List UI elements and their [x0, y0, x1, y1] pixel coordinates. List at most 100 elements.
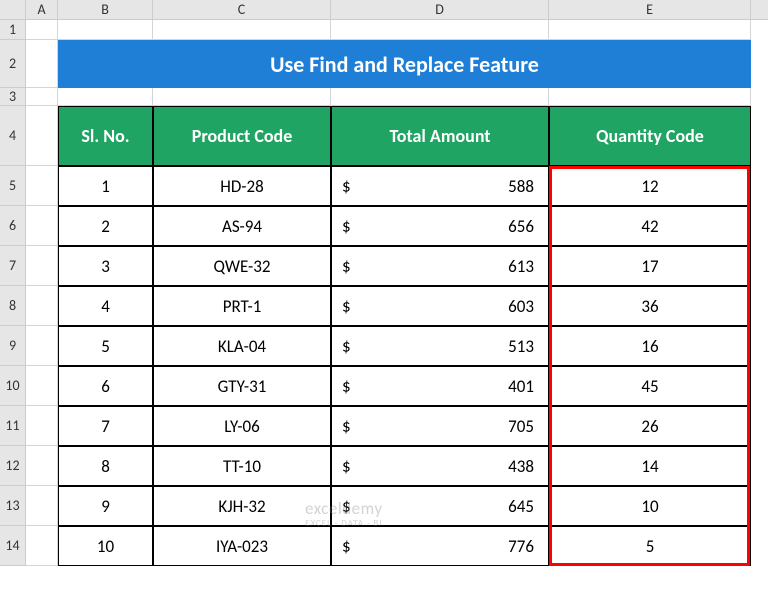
cell-B1[interactable]	[58, 20, 153, 40]
cell-product-code[interactable]: HD-28	[153, 166, 331, 206]
cell-A4[interactable]	[26, 106, 58, 166]
select-all-corner[interactable]	[0, 0, 26, 19]
cell-A1[interactable]	[26, 20, 58, 40]
row-header-8[interactable]: 8	[0, 286, 26, 326]
row-2: 2 Use Find and Replace Feature	[0, 40, 768, 88]
cell-product-code[interactable]: AS-94	[153, 206, 331, 246]
cell-B3[interactable]	[58, 88, 153, 106]
col-header-E[interactable]: E	[549, 0, 751, 19]
row-header-2[interactable]: 2	[0, 40, 26, 88]
cell-quantity-code[interactable]: 16	[549, 326, 751, 366]
row-header-5[interactable]: 5	[0, 166, 26, 206]
col-header-C[interactable]: C	[153, 0, 331, 19]
amount-value: 645	[508, 496, 534, 517]
row-header-1[interactable]: 1	[0, 20, 26, 40]
row-header-12[interactable]: 12	[0, 446, 26, 486]
cell-product-code[interactable]: KLA-04	[153, 326, 331, 366]
cell-A3[interactable]	[26, 88, 58, 106]
cell-A13[interactable]	[26, 486, 58, 526]
row-header-14[interactable]: 14	[0, 526, 26, 566]
cell-product-code[interactable]: KJH-32	[153, 486, 331, 526]
col-header-B[interactable]: B	[58, 0, 153, 19]
amount-value: 705	[508, 416, 534, 437]
cell-quantity-code[interactable]: 26	[549, 406, 751, 446]
cell-quantity-code[interactable]: 17	[549, 246, 751, 286]
cell-quantity-code[interactable]: 36	[549, 286, 751, 326]
cell-E1[interactable]	[549, 20, 751, 40]
cell-A2[interactable]	[26, 40, 58, 88]
cell-C3[interactable]	[153, 88, 331, 106]
currency-symbol: $	[342, 256, 351, 277]
cell-sl-no[interactable]: 7	[58, 406, 153, 446]
header-sl-no[interactable]: Sl. No.	[58, 106, 153, 166]
amount-value: 603	[508, 296, 534, 317]
header-total-amount[interactable]: Total Amount	[331, 106, 549, 166]
cell-total-amount[interactable]: $645	[331, 486, 549, 526]
cell-A11[interactable]	[26, 406, 58, 446]
cell-D1[interactable]	[331, 20, 549, 40]
row-header-9[interactable]: 9	[0, 326, 26, 366]
cell-C1[interactable]	[153, 20, 331, 40]
title-bar[interactable]: Use Find and Replace Feature	[58, 40, 751, 88]
row-header-4[interactable]: 4	[0, 106, 26, 166]
header-product-code[interactable]: Product Code	[153, 106, 331, 166]
cell-sl-no[interactable]: 1	[58, 166, 153, 206]
cell-A7[interactable]	[26, 246, 58, 286]
cell-sl-no[interactable]: 6	[58, 366, 153, 406]
row-header-3[interactable]: 3	[0, 88, 26, 106]
cell-total-amount[interactable]: $513	[331, 326, 549, 366]
currency-symbol: $	[342, 496, 351, 517]
currency-symbol: $	[342, 456, 351, 477]
cell-sl-no[interactable]: 10	[58, 526, 153, 566]
amount-value: 513	[508, 336, 534, 357]
cell-product-code[interactable]: IYA-023	[153, 526, 331, 566]
cell-total-amount[interactable]: $401	[331, 366, 549, 406]
row-header-7[interactable]: 7	[0, 246, 26, 286]
cell-total-amount[interactable]: $438	[331, 446, 549, 486]
amount-value: 588	[508, 176, 534, 197]
cell-quantity-code[interactable]: 12	[549, 166, 751, 206]
cell-A12[interactable]	[26, 446, 58, 486]
table-row: 11 7LY-06$70526	[0, 406, 768, 446]
cell-A10[interactable]	[26, 366, 58, 406]
cell-quantity-code[interactable]: 14	[549, 446, 751, 486]
amount-value: 401	[508, 376, 534, 397]
cell-A5[interactable]	[26, 166, 58, 206]
cell-sl-no[interactable]: 5	[58, 326, 153, 366]
cell-quantity-code[interactable]: 5	[549, 526, 751, 566]
cell-sl-no[interactable]: 9	[58, 486, 153, 526]
cell-E3[interactable]	[549, 88, 751, 106]
cell-A8[interactable]	[26, 286, 58, 326]
cell-total-amount[interactable]: $603	[331, 286, 549, 326]
cell-sl-no[interactable]: 4	[58, 286, 153, 326]
row-header-10[interactable]: 10	[0, 366, 26, 406]
cell-product-code[interactable]: LY-06	[153, 406, 331, 446]
col-header-A[interactable]: A	[26, 0, 58, 19]
cell-quantity-code[interactable]: 42	[549, 206, 751, 246]
cell-product-code[interactable]: TT-10	[153, 446, 331, 486]
cell-quantity-code[interactable]: 10	[549, 486, 751, 526]
cell-A6[interactable]	[26, 206, 58, 246]
col-header-D[interactable]: D	[331, 0, 549, 19]
cell-D3[interactable]	[331, 88, 549, 106]
cell-A14[interactable]	[26, 526, 58, 566]
cell-total-amount[interactable]: $776	[331, 526, 549, 566]
cell-quantity-code[interactable]: 45	[549, 366, 751, 406]
row-header-6[interactable]: 6	[0, 206, 26, 246]
cell-sl-no[interactable]: 2	[58, 206, 153, 246]
table-row: 84PRT-1$60336	[0, 286, 768, 326]
table-row: 73QWE-32$61317	[0, 246, 768, 286]
cell-total-amount[interactable]: $588	[331, 166, 549, 206]
row-header-11[interactable]: 11	[0, 406, 26, 446]
cell-product-code[interactable]: GTY-31	[153, 366, 331, 406]
cell-total-amount[interactable]: $705	[331, 406, 549, 446]
cell-total-amount[interactable]: $613	[331, 246, 549, 286]
cell-A9[interactable]	[26, 326, 58, 366]
header-quantity-code[interactable]: Quantity Code	[549, 106, 751, 166]
cell-sl-no[interactable]: 3	[58, 246, 153, 286]
cell-product-code[interactable]: QWE-32	[153, 246, 331, 286]
cell-total-amount[interactable]: $656	[331, 206, 549, 246]
cell-product-code[interactable]: PRT-1	[153, 286, 331, 326]
cell-sl-no[interactable]: 8	[58, 446, 153, 486]
row-header-13[interactable]: 13	[0, 486, 26, 526]
